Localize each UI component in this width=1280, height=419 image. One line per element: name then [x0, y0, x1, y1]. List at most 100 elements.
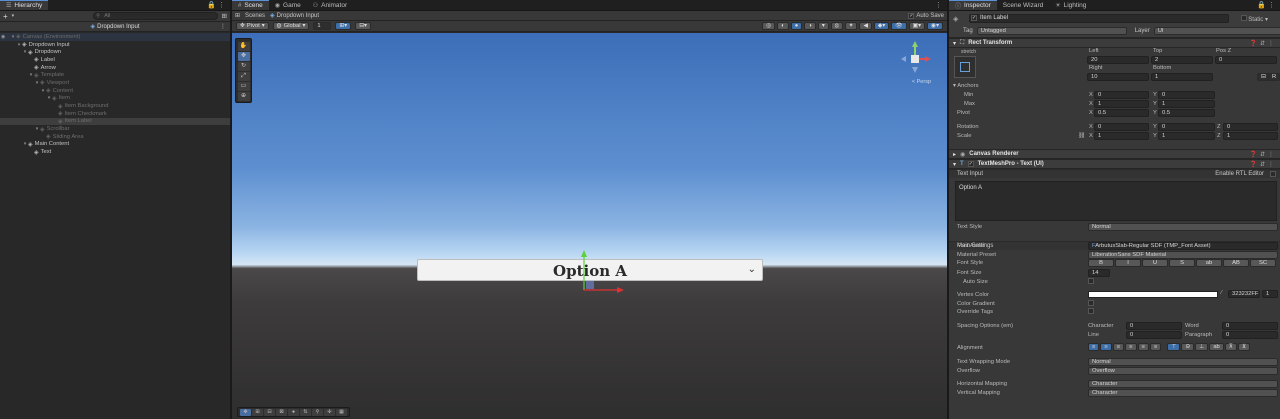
overlay-layout-icon[interactable]: ▦ [336, 408, 347, 416]
shading-unlit-button[interactable]: ◑ [804, 22, 816, 30]
hierarchy-item[interactable]: ▾ ◈ Canvas (Environment) ◉ [0, 33, 230, 41]
move-tool-icon[interactable]: ✥ [237, 52, 250, 61]
align-left-icon[interactable]: ≡ [1088, 343, 1100, 351]
canvas-renderer-header[interactable]: ▸ ◉ Canvas Renderer ❓⇵⋮ [949, 149, 1280, 159]
font-style-button[interactable]: ab [1196, 259, 1222, 267]
rot-y-field[interactable]: 0 [1158, 123, 1215, 131]
tmp-header[interactable]: ▾ T ✓ TextMeshPro - Text (UI) ❓⇵⋮ [949, 159, 1280, 169]
hierarchy-item[interactable]: ◈ Item Label [0, 117, 230, 126]
tab-hierarchy[interactable]: ☰ Hierarchy [0, 0, 49, 10]
font-size-field[interactable]: 14 [1088, 269, 1110, 277]
word-field[interactable]: 0 [1222, 322, 1278, 330]
rot-x-field[interactable]: 0 [1094, 123, 1149, 131]
hierarchy-item[interactable]: ◈ Text [0, 148, 230, 156]
text-style-dropdown[interactable]: Normal [1088, 223, 1278, 231]
font-style-button[interactable]: I [1115, 259, 1141, 267]
camera-button[interactable]: ▣▾ [908, 22, 926, 30]
font-style-button[interactable]: S [1169, 259, 1195, 267]
scene-header[interactable]: ◈ Dropdown Input ⋮ [0, 22, 230, 32]
material-preset-dropdown[interactable]: LiberationSans SDF Material [1088, 251, 1278, 259]
wrapping-dropdown[interactable]: Normal [1088, 358, 1278, 366]
hierarchy-item[interactable]: ◈ Item Background [0, 102, 230, 110]
snap-increment-field[interactable]: 1 [313, 22, 332, 30]
effects-button[interactable]: ◆▾ [873, 22, 890, 30]
rotate-tool-icon[interactable]: ↻ [237, 62, 250, 71]
font-style-button[interactable]: AB [1223, 259, 1249, 267]
tab-lighting[interactable]: ☀ Lighting [1049, 0, 1092, 10]
hierarchy-item[interactable]: ▾ ◈ Content [0, 87, 230, 95]
align-right-icon[interactable]: ≡ [1112, 343, 1125, 351]
global-button[interactable]: ◍ Global ▾ [272, 22, 310, 30]
active-checkbox[interactable]: ✓ [971, 15, 977, 21]
align-midline-icon[interactable]: ⊼ [1224, 343, 1238, 351]
shading-lit-button[interactable]: ● [790, 22, 803, 30]
lighting-toggle-button[interactable]: ✦ [844, 22, 858, 30]
hierarchy-item[interactable]: ▾ ◈ Scrollbar [0, 125, 230, 133]
pivot-x-field[interactable]: 0.5 [1094, 109, 1149, 117]
character-field[interactable]: 0 [1126, 322, 1182, 330]
h-mapping-dropdown[interactable]: Character [1088, 380, 1278, 388]
font-style-button[interactable]: B [1088, 259, 1114, 267]
pivot-y-field[interactable]: 0.5 [1158, 109, 1215, 117]
gizmos-button[interactable]: ◉▾ [927, 22, 943, 30]
layer-dropdown[interactable]: UI [1153, 27, 1280, 35]
overlay-sphere-icon[interactable]: ● [288, 408, 299, 416]
hierarchy-item[interactable]: ◈ Sliding Area [0, 133, 230, 141]
component-menu-icons[interactable]: ❓⇵⋮ [1250, 40, 1278, 47]
tab-inspector[interactable]: ⓘ Inspector [949, 0, 997, 10]
align-bottom-icon[interactable]: ⊥ [1195, 343, 1209, 351]
snap-settings-button[interactable]: ⊟▾ [355, 22, 371, 30]
rect-transform-header[interactable]: ▾ ⛶ Rect Transform ❓⇵⋮ [949, 38, 1280, 48]
view-tool-hand-icon[interactable]: ✋ [237, 42, 250, 51]
panel-menu-icon[interactable]: ⋮ [935, 1, 944, 9]
align-justify-icon[interactable]: ≡ [1125, 343, 1137, 351]
bottom-field[interactable]: 1 [1151, 73, 1213, 81]
text-input-area[interactable]: Option A [955, 181, 1277, 221]
hierarchy-item[interactable]: ▾ ◈ Dropdown Input [0, 41, 230, 49]
color-gradient-checkbox[interactable] [1088, 300, 1094, 306]
pivot-button[interactable]: ✥ Pivot ▾ [236, 22, 269, 30]
audio-toggle-button[interactable]: ◀ [859, 22, 872, 30]
visibility-eye-icon[interactable]: ◉ [1, 34, 5, 40]
move-handle-gizmo-icon[interactable] [572, 245, 632, 297]
draw-mode-button[interactable]: ▾ [817, 22, 829, 30]
shading-wire-button[interactable]: ◎ [762, 22, 776, 30]
visibility-button[interactable]: 👁 [891, 22, 907, 30]
overlay-pan-icon[interactable]: ✣ [324, 408, 335, 416]
hierarchy-item[interactable]: ▾ ◈ Template [0, 71, 230, 79]
hierarchy-item[interactable]: ▾ ◈ Viewport [0, 79, 230, 87]
align-top-icon[interactable]: ⊤ [1167, 343, 1181, 351]
hierarchy-item[interactable]: ◈ Label [0, 56, 230, 64]
max-x-field[interactable]: 1 [1094, 100, 1149, 108]
align-geo-icon[interactable]: ≡ [1149, 343, 1162, 351]
search-options-icon[interactable]: ⊞ [222, 12, 227, 20]
link-icon[interactable]: ⛓ [1078, 133, 1085, 139]
eyedropper-icon[interactable]: ⁄ [1221, 290, 1222, 296]
hierarchy-search-input[interactable]: ⚲ All [93, 12, 218, 20]
tab-animator[interactable]: ⚇ Animator [307, 0, 353, 10]
paragraph-field[interactable]: 0 [1222, 331, 1278, 339]
overlay-move-icon[interactable]: ✥ [240, 408, 251, 416]
static-toggle[interactable]: Static ▾ [1240, 15, 1268, 23]
enable-rtl-checkbox[interactable] [1270, 171, 1276, 177]
font-style-button[interactable]: SC [1250, 259, 1276, 267]
hierarchy-item[interactable]: ◈ Item Checkmark [0, 110, 230, 118]
align-center-icon[interactable]: ≡ [1100, 343, 1112, 351]
tab-scene-wizard[interactable]: Scene Wizard [997, 0, 1049, 10]
breadcrumb[interactable]: Dropdown Input [277, 13, 319, 19]
overlay-move2-icon[interactable]: ⇅ [300, 408, 311, 416]
scale-tool-icon[interactable]: ⤢ [237, 72, 250, 81]
overlay-grid-icon[interactable]: ⊞ [252, 408, 263, 416]
overflow-dropdown[interactable]: Overflow [1088, 367, 1278, 375]
dropdown-arrow-icon[interactable]: ▾ [12, 13, 15, 19]
anchors-foldout[interactable]: ▾ Anchors [953, 83, 978, 89]
scenes-link[interactable]: Scenes [245, 13, 265, 19]
min-x-field[interactable]: 0 [1094, 91, 1149, 99]
scale-x-field[interactable]: 1 [1094, 132, 1149, 140]
posz-field[interactable]: 0 [1215, 56, 1277, 64]
rot-z-field[interactable]: 0 [1223, 123, 1278, 131]
v-mapping-dropdown[interactable]: Character [1088, 389, 1278, 397]
vertex-color-alpha-field[interactable]: 1 [1262, 290, 1278, 298]
tab-game[interactable]: ◉ Game [269, 0, 307, 10]
vertex-color-hex-field[interactable]: 323232FF [1228, 290, 1260, 298]
